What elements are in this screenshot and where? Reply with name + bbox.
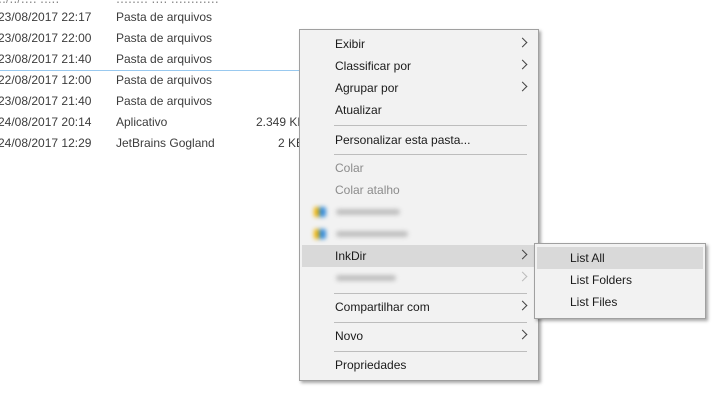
file-row[interactable]: 24/08/2017 12:29 JetBrains Gogland 2 KB: [0, 133, 330, 154]
menu-item-classificar-por[interactable]: Classificar por: [302, 55, 536, 77]
file-type: Pasta de arquivos: [116, 10, 213, 24]
menu-item-label: InkDir: [335, 249, 367, 263]
chevron-right-icon: [517, 271, 528, 282]
menu-item-label: Exibir: [335, 37, 366, 51]
file-row[interactable]: 23/08/2017 21:40 Pasta de arquivos: [0, 91, 330, 112]
menu-separator: [334, 351, 527, 352]
menu-item-label: List Files: [570, 295, 618, 309]
file-row[interactable]: 22/08/2017 12:00 Pasta de arquivos: [0, 70, 330, 91]
app-icon: [314, 229, 326, 239]
submenu-item-list-all[interactable]: List All: [537, 247, 703, 269]
menu-item-atualizar[interactable]: Atualizar: [302, 99, 536, 121]
file-row[interactable]: 23/08/2017 22:17 Pasta de arquivos: [0, 7, 330, 28]
app-icon: [314, 207, 326, 217]
file-type: Aplicativo: [116, 115, 168, 129]
menu-item-label: Personalizar esta pasta...: [335, 133, 471, 147]
file-type: Pasta de arquivos: [116, 94, 213, 108]
menu-item-personalizar-pasta[interactable]: Personalizar esta pasta...: [302, 129, 536, 151]
chevron-right-icon: [517, 329, 528, 340]
menu-item-label: Colar: [335, 161, 364, 175]
file-date: 22/08/2017 12:00: [0, 73, 92, 87]
chevron-right-icon: [517, 59, 528, 70]
menu-item-label: Compartilhar com: [335, 300, 430, 314]
file-type: JetBrains Gogland: [116, 136, 215, 150]
menu-item-redacted-1[interactable]: [302, 201, 536, 223]
menu-item-label: Colar atalho: [335, 183, 400, 197]
file-date: 23/08/2017 22:00: [0, 31, 92, 45]
chevron-right-icon: [517, 300, 528, 311]
menu-item-label: List Folders: [570, 273, 633, 287]
menu-separator: [334, 322, 527, 323]
menu-item-label: Classificar por: [335, 59, 412, 73]
menu-item-propriedades[interactable]: Propriedades: [302, 354, 536, 376]
redacted-label: [336, 231, 408, 237]
menu-separator: [334, 154, 527, 155]
menu-item-label: Atualizar: [335, 103, 382, 117]
file-date: 24/08/2017 12:29: [0, 136, 92, 150]
chevron-right-icon: [517, 249, 528, 260]
file-date: 23/08/2017 22:17: [0, 10, 92, 24]
file-type: Pasta de arquivos: [116, 31, 213, 45]
menu-separator: [334, 293, 527, 294]
menu-item-redacted-3[interactable]: [302, 267, 536, 289]
chevron-right-icon: [517, 37, 528, 48]
file-type: Pasta de arquivos: [116, 73, 213, 87]
submenu-item-list-folders[interactable]: List Folders: [537, 269, 703, 291]
file-date: 23/08/2017 21:40: [0, 52, 92, 66]
menu-item-agrupar-por[interactable]: Agrupar por: [302, 77, 536, 99]
menu-item-colar[interactable]: Colar: [302, 157, 536, 179]
submenu-item-list-files[interactable]: List Files: [537, 291, 703, 313]
menu-item-exibir[interactable]: Exibir: [302, 33, 536, 55]
menu-item-label: Propriedades: [335, 358, 407, 372]
file-row-focused[interactable]: 23/08/2017 21:40 Pasta de arquivos: [0, 49, 330, 71]
redacted-label: [336, 275, 396, 281]
file-date: 24/08/2017 20:14: [0, 115, 92, 129]
menu-item-colar-atalho[interactable]: Colar atalho: [302, 179, 536, 201]
menu-item-label: Novo: [335, 329, 364, 343]
menu-item-compartilhar-com[interactable]: Compartilhar com: [302, 296, 536, 318]
menu-item-inkdir[interactable]: InkDir: [302, 245, 536, 267]
context-menu: Exibir Classificar por Agrupar por Atual…: [299, 29, 539, 381]
menu-item-label: List All: [570, 251, 605, 265]
menu-item-novo[interactable]: Novo: [302, 325, 536, 347]
chevron-right-icon: [517, 81, 528, 92]
file-row[interactable]: 24/08/2017 20:14 Aplicativo 2.349 KB: [0, 112, 330, 133]
file-date: 23/08/2017 21:40: [0, 94, 92, 108]
file-row[interactable]: 23/08/2017 22:00 Pasta de arquivos: [0, 28, 330, 49]
inkdir-submenu: List All List Folders List Files: [534, 243, 706, 319]
menu-item-label: Agrupar por: [335, 81, 399, 95]
file-type: Pasta de arquivos: [116, 52, 213, 66]
redacted-label: [336, 209, 400, 215]
menu-separator: [334, 125, 527, 126]
menu-item-redacted-2[interactable]: [302, 223, 536, 245]
